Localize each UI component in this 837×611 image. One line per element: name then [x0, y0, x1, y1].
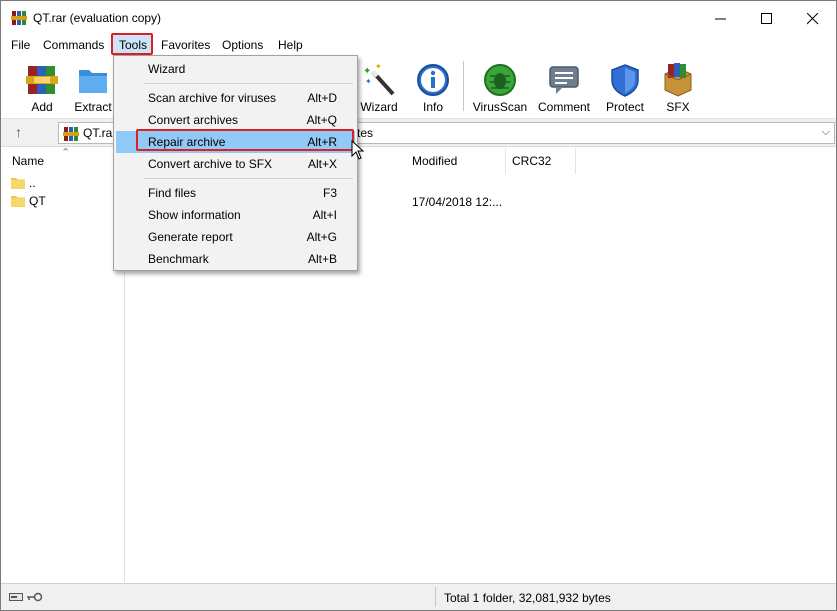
wizard-wand-icon: ✦ ✦ ✦ — [363, 62, 395, 96]
folder-icon — [11, 196, 25, 207]
svg-text:✦: ✦ — [363, 66, 371, 77]
list-item-qt[interactable]: QT — [11, 193, 121, 211]
menu-item-shortcut: Alt+B — [307, 252, 337, 266]
tools-dropdown-menu: Wizard Scan archive for viruses Alt+D Co… — [113, 55, 358, 271]
info-icon — [417, 64, 449, 96]
menu-tools[interactable]: Tools — [119, 38, 147, 52]
comment-icon — [549, 66, 579, 94]
column-header-crc32-label: CRC32 — [512, 154, 552, 168]
menu-favorites[interactable]: Favorites — [161, 38, 210, 52]
file-name: .. — [29, 176, 36, 190]
minimize-button[interactable] — [698, 1, 744, 35]
sfx-label: SFX — [666, 100, 690, 114]
maximize-icon — [761, 13, 772, 24]
protect-label: Protect — [605, 100, 644, 114]
menu-commands[interactable]: Commands — [43, 38, 104, 52]
menu-item-shortcut: F3 — [322, 186, 337, 200]
name-column-pane: ⌃ Name .. QT — [1, 147, 125, 582]
menu-file[interactable]: File — [11, 38, 30, 52]
winrar-window: QT.rar (evaluation copy) File Commands T… — [0, 0, 837, 611]
column-header-crc32[interactable]: CRC32 — [506, 148, 576, 174]
extract-folder-icon — [79, 70, 107, 93]
protect-button[interactable]: Protect — [601, 59, 649, 117]
extract-label: Extract — [74, 100, 112, 114]
wizard-button[interactable]: ✦ ✦ ✦ Wizard — [356, 59, 402, 117]
drive-icon — [9, 593, 23, 601]
status-divider — [435, 587, 436, 607]
wizard-label: Wizard — [360, 100, 398, 114]
add-archive-icon — [26, 66, 58, 94]
file-name: QT — [29, 194, 46, 208]
key-icon — [27, 592, 43, 602]
rar-file-icon — [63, 127, 79, 141]
virusscan-label: VirusScan — [472, 100, 528, 114]
menu-item-label: Convert archives — [148, 113, 239, 127]
chevron-down-icon[interactable]: ⌵ — [822, 126, 830, 139]
menu-item-label: Generate report — [148, 230, 233, 244]
menu-options[interactable]: Options — [222, 38, 263, 52]
menu-item-label: Convert archive to SFX — [148, 157, 273, 171]
menu-item-shortcut: Alt+Q — [306, 113, 337, 127]
menu-item-label: Find files — [148, 186, 197, 200]
menu-item-scan-viruses[interactable]: Scan archive for viruses Alt+D — [116, 87, 355, 109]
virus-scan-icon — [484, 64, 516, 96]
svg-text:✦: ✦ — [365, 77, 372, 86]
add-label: Add — [31, 100, 53, 114]
menu-item-generate-report[interactable]: Generate report Alt+G — [116, 226, 355, 248]
status-summary: Total 1 folder, 32,081,932 bytes — [444, 591, 611, 605]
menu-item-convert-archives[interactable]: Convert archives Alt+Q — [116, 109, 355, 131]
menu-item-find-files[interactable]: Find files F3 — [116, 182, 355, 204]
menu-item-wizard[interactable]: Wizard — [116, 58, 355, 80]
add-button[interactable]: Add — [19, 59, 65, 117]
mouse-cursor-icon — [351, 140, 365, 160]
menu-help[interactable]: Help — [278, 38, 303, 52]
modified-cell: 17/04/2018 12:... — [412, 195, 503, 209]
svg-text:✦: ✦ — [375, 62, 382, 71]
menu-separator — [144, 178, 353, 179]
winrar-app-icon — [11, 11, 27, 25]
menu-item-convert-sfx[interactable]: Convert archive to SFX Alt+X — [116, 153, 355, 175]
comment-button[interactable]: Comment — [535, 59, 593, 117]
menu-bar: File Commands Tools Favorites Options He… — [1, 35, 836, 55]
menu-item-shortcut: Alt+G — [306, 230, 337, 244]
menu-item-benchmark[interactable]: Benchmark Alt+B — [116, 248, 355, 270]
column-header-modified-label: Modified — [412, 154, 458, 168]
menu-item-label: Wizard — [148, 62, 186, 76]
extract-button[interactable]: Extract — [71, 59, 115, 117]
comment-label: Comment — [537, 100, 590, 114]
menu-item-shortcut: Alt+I — [312, 208, 337, 222]
menu-item-shortcut: Alt+X — [307, 157, 337, 171]
path-tail-text: tes — [357, 126, 374, 140]
menu-item-shortcut: Alt+D — [307, 91, 337, 105]
info-button[interactable]: Info — [413, 59, 453, 117]
info-label: Info — [422, 100, 443, 114]
folder-icon — [11, 178, 25, 189]
virusscan-button[interactable]: VirusScan — [471, 59, 529, 117]
column-header-modified[interactable]: Modified — [406, 148, 506, 174]
close-button[interactable] — [790, 1, 836, 35]
toolbar-separator — [463, 61, 464, 111]
menu-item-label: Benchmark — [148, 252, 209, 266]
sfx-button[interactable]: SFX — [657, 59, 699, 117]
repair-annotation-box — [136, 129, 354, 151]
menu-item-label: Scan archive for viruses — [148, 91, 277, 105]
column-header-name[interactable]: Name — [12, 154, 44, 168]
status-bar: Total 1 folder, 32,081,932 bytes — [1, 583, 836, 610]
sfx-box-icon — [664, 63, 692, 97]
title-bar: QT.rar (evaluation copy) — [1, 1, 836, 35]
menu-separator — [144, 83, 353, 84]
up-arrow-icon[interactable]: ↑ — [15, 124, 22, 140]
close-icon — [807, 13, 819, 25]
window-title: QT.rar (evaluation copy) — [33, 11, 162, 25]
maximize-button[interactable] — [744, 1, 790, 35]
menu-item-show-information[interactable]: Show information Alt+I — [116, 204, 355, 226]
path-text: QT.rar — [83, 126, 117, 140]
list-item-parent[interactable]: .. — [11, 175, 121, 193]
sort-ascending-icon: ⌃ — [61, 147, 71, 159]
minimize-icon — [715, 18, 726, 20]
shield-icon — [611, 64, 639, 97]
menu-item-label: Show information — [148, 208, 241, 222]
